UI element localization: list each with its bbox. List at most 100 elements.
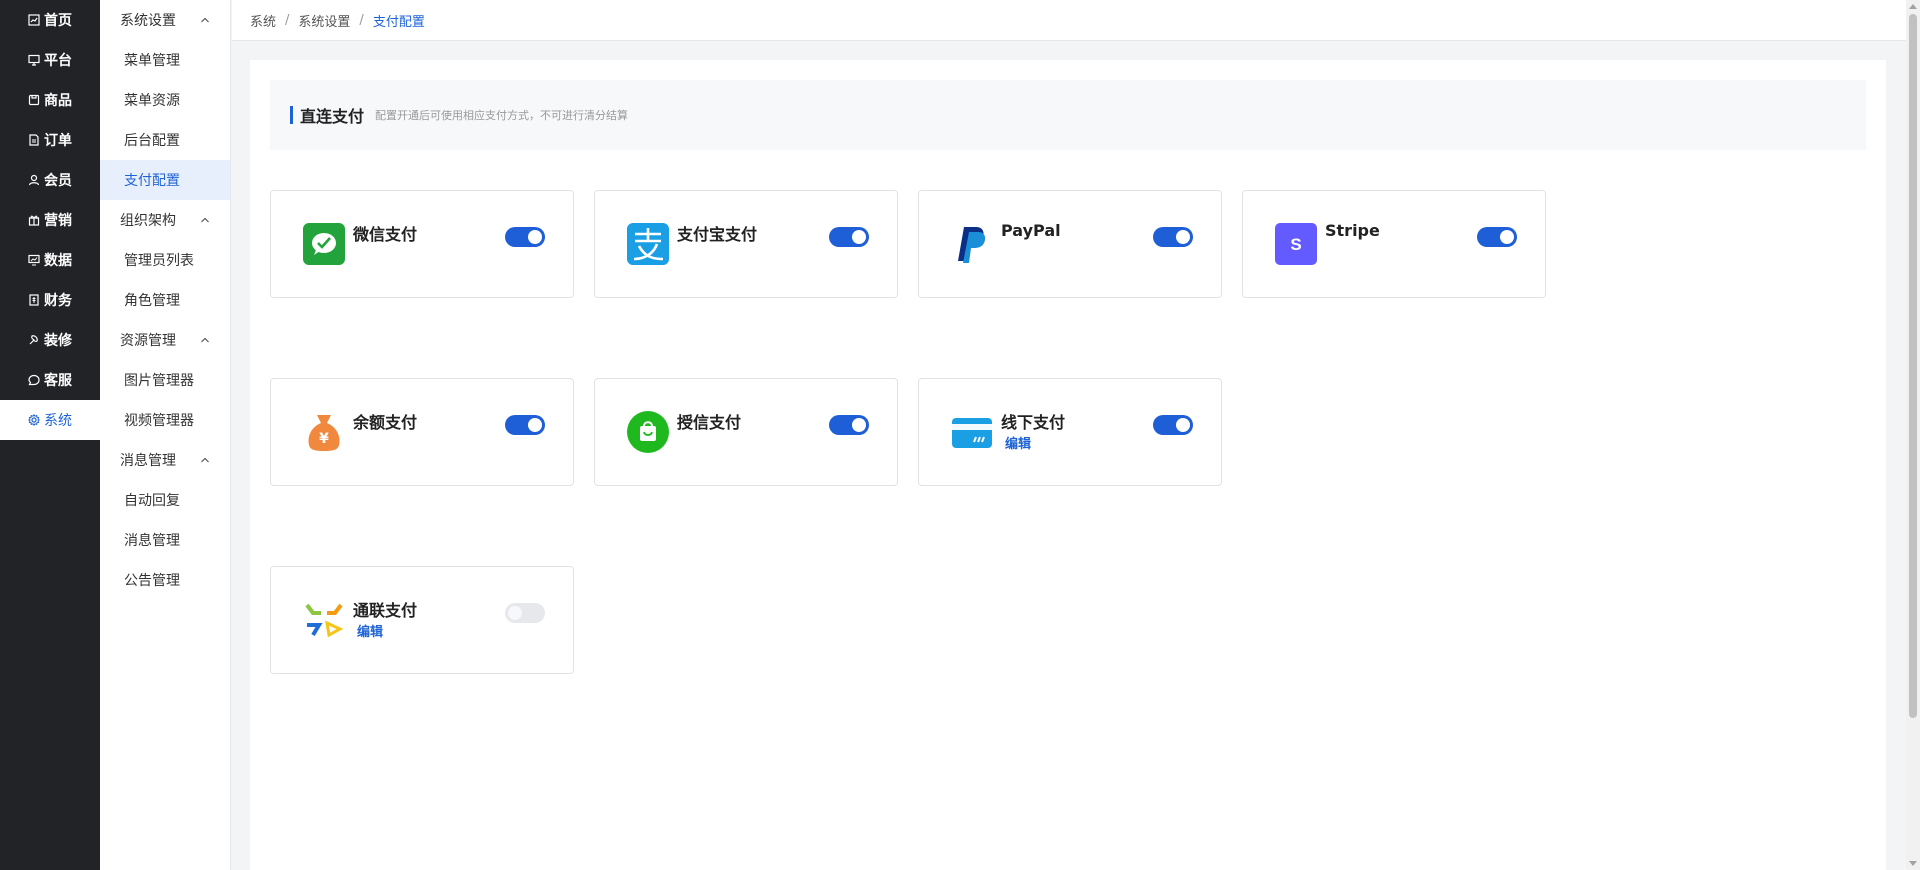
wechat-pay-icon <box>303 223 345 265</box>
nav1-label: 订单 <box>44 133 72 149</box>
payment-toggle[interactable] <box>505 415 545 435</box>
decor-icon <box>29 335 38 345</box>
nav1-item-platform[interactable]: 平台 <box>0 40 100 80</box>
nav2-item-announcements[interactable]: 公告管理 <box>100 560 230 600</box>
toggle-knob <box>508 606 522 620</box>
payment-toggle[interactable] <box>829 415 869 435</box>
gear-icon <box>28 414 40 426</box>
money-bag-icon-symbol: ¥ <box>319 431 329 447</box>
nav2-item-payment-config[interactable]: 支付配置 <box>100 160 230 200</box>
toggle-knob <box>1176 418 1190 432</box>
nav2-item-label: 角色管理 <box>124 293 180 309</box>
payment-toggle[interactable] <box>1153 415 1193 435</box>
nav1-label: 商品 <box>44 93 72 109</box>
toggle-knob <box>1176 230 1190 244</box>
payment-toggle[interactable] <box>829 227 869 247</box>
nav1-label: 财务 <box>44 293 72 309</box>
nav1-item-marketing[interactable]: 营销 <box>0 200 100 240</box>
card-icon <box>952 418 992 448</box>
payment-name: 通联支付 <box>353 601 418 620</box>
scroll-thumb[interactable] <box>1909 14 1917 718</box>
nav2-item-label: 视频管理器 <box>124 413 194 429</box>
breadcrumb-item[interactable]: 系统设置 <box>298 11 350 30</box>
payment-name: 微信支付 <box>353 225 418 244</box>
nav2-group-system-settings[interactable]: 系统设置 <box>100 0 230 40</box>
shopping-bag-icon <box>627 411 669 453</box>
nav2-group-label: 资源管理 <box>120 333 176 349</box>
nav2-item-label: 消息管理 <box>124 533 180 549</box>
edit-link[interactable]: 编辑 <box>357 621 383 640</box>
nav2-group-organization[interactable]: 组织架构 <box>100 200 230 240</box>
finance-icon <box>29 294 39 306</box>
product-icon <box>28 94 40 106</box>
secondary-sidebar: 系统设置 菜单管理 菜单资源 后台配置 支付配置 组织架构 管理员列表 角色管理… <box>100 0 231 870</box>
nav2-item-admin-list[interactable]: 管理员列表 <box>100 240 230 280</box>
chart-icon <box>28 254 40 266</box>
nav2-group-label: 系统设置 <box>120 13 176 29</box>
stripe-icon-letter: S <box>1290 235 1301 254</box>
section-accent-bar <box>290 106 293 124</box>
payment-card-paypal: PayPal <box>918 190 1222 298</box>
nav1-item-system[interactable]: 系统 <box>0 400 100 440</box>
breadcrumb-current: 支付配置 <box>372 14 425 30</box>
nav1-label: 首页 <box>44 13 72 29</box>
nav2-item-label: 公告管理 <box>124 573 180 589</box>
nav2-item-menu-resources[interactable]: 菜单资源 <box>100 80 230 120</box>
vertical-scrollbar[interactable] <box>1906 0 1920 870</box>
nav2-item-image-manager[interactable]: 图片管理器 <box>100 360 230 400</box>
nav2-item-message-management[interactable]: 消息管理 <box>100 520 230 560</box>
nav1-label: 系统 <box>44 413 72 429</box>
nav1-label: 平台 <box>44 53 72 69</box>
scroll-down-arrow[interactable] <box>1909 861 1917 866</box>
payment-toggle[interactable] <box>505 603 545 623</box>
nav1-item-members[interactable]: 会员 <box>0 160 100 200</box>
nav2-item-role-management[interactable]: 角色管理 <box>100 280 230 320</box>
chevron-up-icon <box>201 337 209 343</box>
nav1-item-data[interactable]: 数据 <box>0 240 100 280</box>
nav2-item-label: 自动回复 <box>124 493 180 509</box>
toggle-knob <box>852 418 866 432</box>
nav1-label: 数据 <box>44 253 72 269</box>
nav2-item-label: 菜单资源 <box>124 93 180 109</box>
members-icon <box>28 174 40 186</box>
payment-toggle[interactable] <box>505 227 545 247</box>
nav1-item-finance[interactable]: 财务 <box>0 280 100 320</box>
breadcrumb-separator: / <box>359 12 364 28</box>
breadcrumb-item[interactable]: 系统 <box>250 11 276 30</box>
nav2-item-auto-reply[interactable]: 自动回复 <box>100 480 230 520</box>
stripe-icon: S <box>1275 223 1317 265</box>
section-title: 直连支付 <box>300 107 365 126</box>
payment-card-balance: ¥ 余额支付 <box>270 378 574 486</box>
payment-toggle[interactable] <box>1153 227 1193 247</box>
nav1-item-orders[interactable]: 订单 <box>0 120 100 160</box>
payment-card-credit: 授信支付 <box>594 378 898 486</box>
payment-toggle[interactable] <box>1477 227 1517 247</box>
nav1-item-home[interactable]: 首页 <box>0 0 100 40</box>
monitor-icon <box>28 54 40 66</box>
payment-name: Stripe <box>1325 221 1380 240</box>
nav2-group-resources[interactable]: 资源管理 <box>100 320 230 360</box>
scroll-up-arrow[interactable] <box>1909 4 1917 9</box>
nav1-label: 会员 <box>44 173 72 189</box>
section-description: 配置开通后可使用相应支付方式，不可进行清分结算 <box>375 109 629 122</box>
nav2-item-label: 支付配置 <box>124 173 180 189</box>
edit-link[interactable]: 编辑 <box>1005 433 1031 452</box>
payment-card-offline: 线下支付 编辑 <box>918 378 1222 486</box>
nav2-item-label: 图片管理器 <box>124 373 194 389</box>
nav1-label: 装修 <box>44 333 72 349</box>
money-bag-icon: ¥ <box>308 415 340 451</box>
payment-name: 支付宝支付 <box>677 225 758 244</box>
nav2-item-menu-management[interactable]: 菜单管理 <box>100 40 230 80</box>
nav1-item-decoration[interactable]: 装修 <box>0 320 100 360</box>
nav2-item-admin-config[interactable]: 后台配置 <box>100 120 230 160</box>
nav2-item-video-manager[interactable]: 视频管理器 <box>100 400 230 440</box>
content-panel: 直连支付 配置开通后可使用相应支付方式，不可进行清分结算 微信支付 支付宝支付 … <box>250 60 1886 870</box>
payment-card-alipay: 支付宝支付 <box>594 190 898 298</box>
toggle-knob <box>528 230 542 244</box>
nav1-item-products[interactable]: 商品 <box>0 80 100 120</box>
nav2-group-messages[interactable]: 消息管理 <box>100 440 230 480</box>
chevron-up-icon <box>201 217 209 223</box>
nav2-item-label: 管理员列表 <box>124 253 194 269</box>
nav1-item-service[interactable]: 客服 <box>0 360 100 400</box>
payment-name: PayPal <box>1001 221 1061 240</box>
